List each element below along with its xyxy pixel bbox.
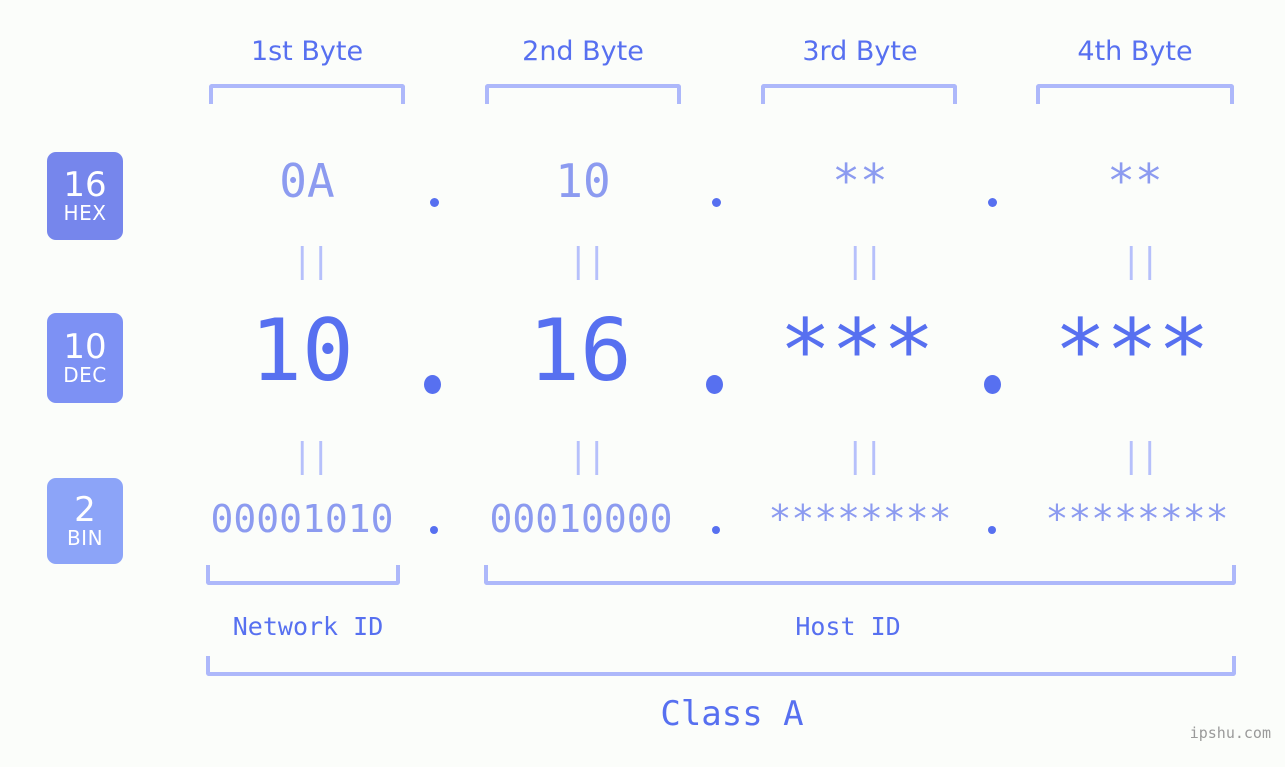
dec-separator-dot-1 <box>424 375 441 394</box>
dec-separator-dot-2 <box>706 375 723 394</box>
radix-badge-dec-number: 10 <box>63 327 107 367</box>
radix-badge-hex: 16 HEX <box>47 152 123 240</box>
equality-marker-dec-bin-4: || <box>1121 436 1160 476</box>
byte-header-3: 3rd Byte <box>802 36 918 67</box>
equality-marker-hex-dec-4: || <box>1121 241 1160 281</box>
bin-byte-3-value: ******** <box>768 497 952 541</box>
byte-bracket-top-1 <box>209 84 405 104</box>
hex-separator-dot-3 <box>988 198 997 207</box>
equality-marker-dec-bin-3: || <box>845 436 884 476</box>
byte-bracket-top-4 <box>1036 84 1234 104</box>
equality-marker-hex-dec-2: || <box>568 241 607 281</box>
hex-byte-2-value: 10 <box>555 154 611 208</box>
host-id-label: Host ID <box>795 612 901 641</box>
hex-separator-dot-1 <box>430 198 439 207</box>
bin-separator-dot-2 <box>712 526 720 534</box>
byte-bracket-top-2 <box>485 84 681 104</box>
byte-header-2: 2nd Byte <box>522 36 644 67</box>
bin-separator-dot-3 <box>988 526 996 534</box>
dec-byte-2-value: 16 <box>528 301 632 401</box>
radix-badge-dec: 10 DEC <box>47 313 123 403</box>
equality-marker-hex-dec-3: || <box>845 241 884 281</box>
network-id-label: Network ID <box>232 612 384 641</box>
site-watermark: ipshu.com <box>1189 724 1271 742</box>
hex-byte-3-value: ** <box>832 154 888 208</box>
dec-byte-1-value: 10 <box>250 301 354 401</box>
equality-marker-hex-dec-1: || <box>292 241 331 281</box>
radix-badge-bin-label: BIN <box>66 526 104 550</box>
host-id-bracket <box>484 565 1236 585</box>
ip-byte-breakdown-diagram: 1st Byte 2nd Byte 3rd Byte 4th Byte 16 H… <box>0 0 1285 767</box>
radix-badge-hex-label: HEX <box>63 201 107 225</box>
class-bracket <box>206 656 1236 676</box>
dec-byte-3-value: *** <box>779 301 935 401</box>
radix-badge-bin-number: 2 <box>74 490 96 530</box>
byte-bracket-top-3 <box>761 84 957 104</box>
dec-separator-dot-3 <box>984 375 1001 394</box>
hex-byte-4-value: ** <box>1107 154 1163 208</box>
dec-byte-4-value: *** <box>1054 301 1210 401</box>
equality-marker-dec-bin-1: || <box>292 436 331 476</box>
bin-byte-4-value: ******** <box>1045 497 1229 541</box>
hex-byte-1-value: 0A <box>279 154 335 208</box>
class-label: Class A <box>660 694 804 734</box>
byte-header-4: 4th Byte <box>1077 36 1193 67</box>
equality-marker-dec-bin-2: || <box>568 436 607 476</box>
radix-badge-hex-number: 16 <box>63 165 107 205</box>
bin-separator-dot-1 <box>430 526 438 534</box>
radix-badge-bin: 2 BIN <box>47 478 123 564</box>
byte-header-1: 1st Byte <box>250 36 364 67</box>
bin-byte-1-value: 00001010 <box>210 497 394 541</box>
radix-badge-dec-label: DEC <box>63 363 107 387</box>
network-id-bracket <box>206 565 400 585</box>
bin-byte-2-value: 00010000 <box>489 497 673 541</box>
hex-separator-dot-2 <box>712 198 721 207</box>
